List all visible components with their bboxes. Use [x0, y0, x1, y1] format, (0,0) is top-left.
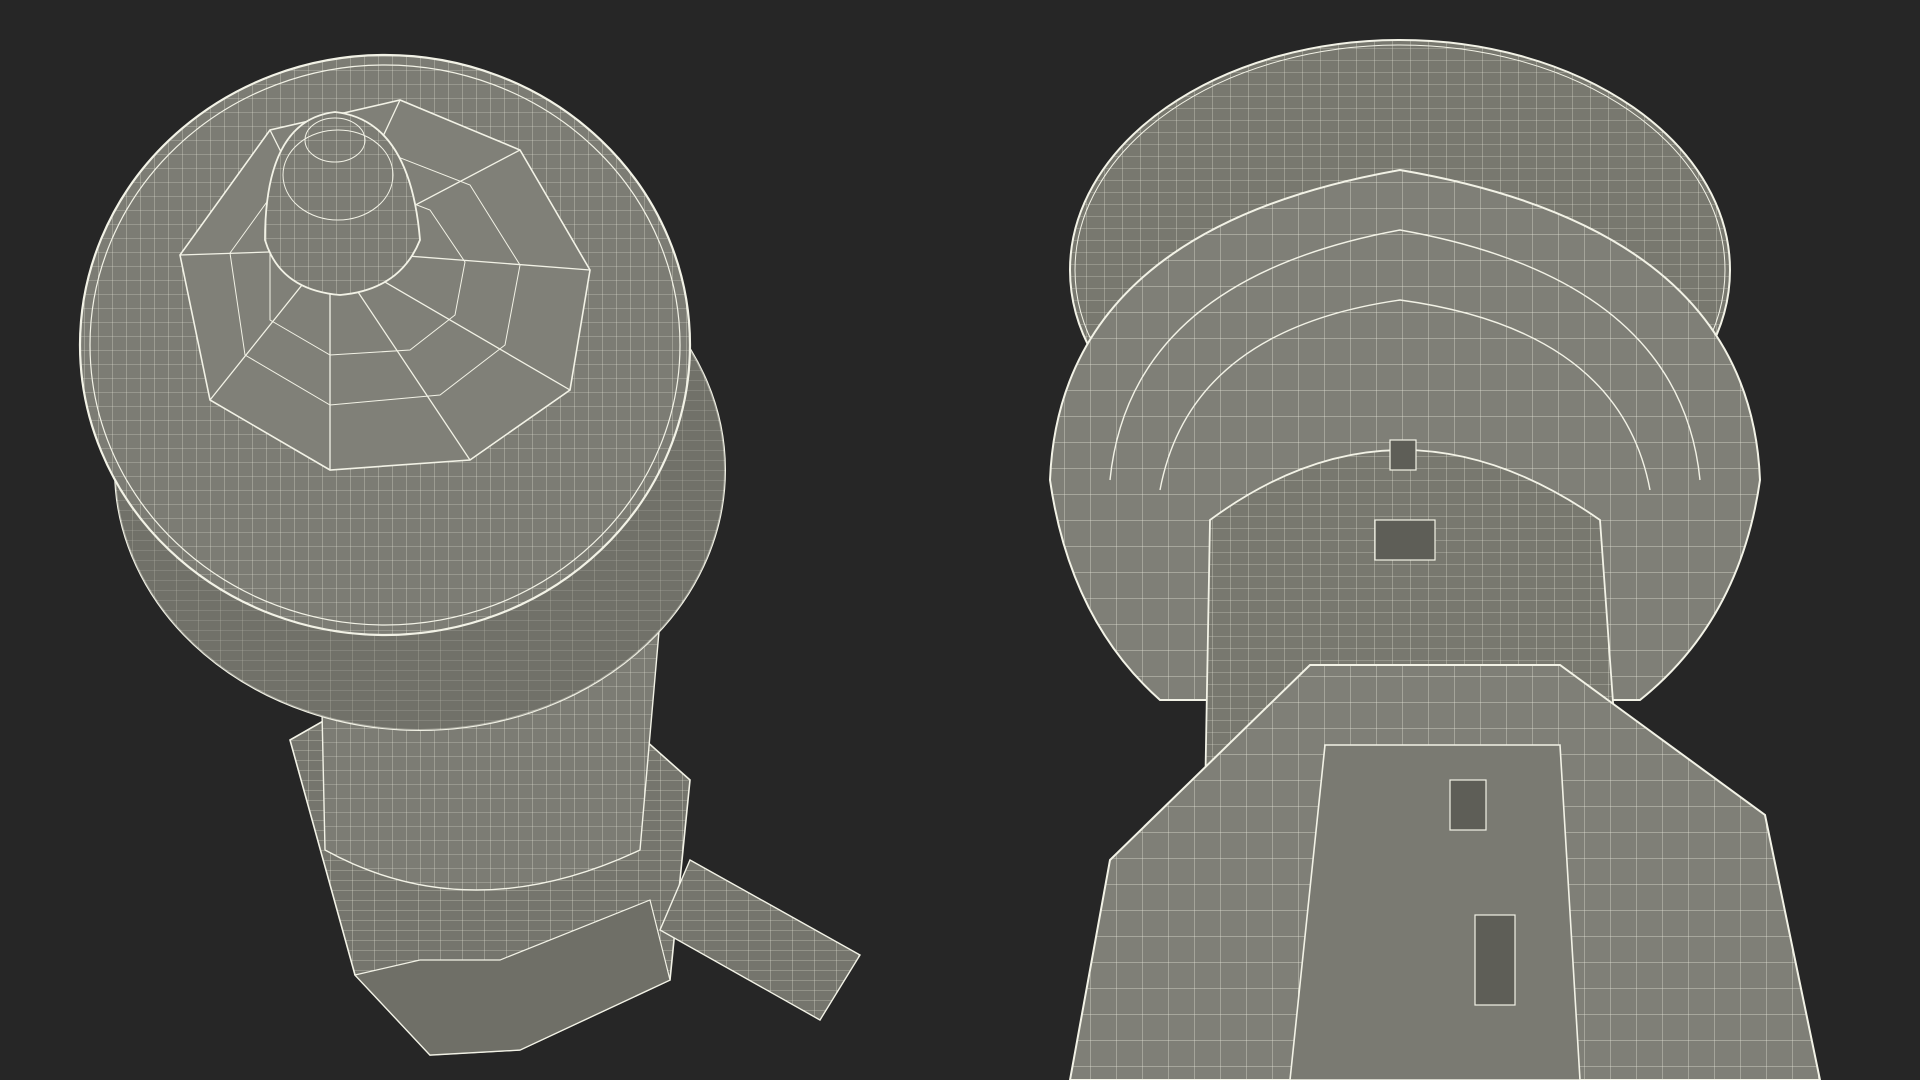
shaft-window	[1389, 439, 1417, 471]
base-window	[1449, 779, 1487, 831]
shaft-window	[1374, 519, 1436, 561]
bottom-up-view	[960, 0, 1920, 1080]
tank-dome-roof	[78, 53, 692, 637]
render-viewport	[0, 0, 1920, 1080]
tower-bottom-up-wireframe	[1048, 39, 1822, 1080]
top-down-view	[0, 0, 960, 1080]
tower-base	[1068, 664, 1822, 1080]
base-door	[1474, 914, 1516, 1006]
tower-top-down-wireframe	[78, 53, 861, 1056]
